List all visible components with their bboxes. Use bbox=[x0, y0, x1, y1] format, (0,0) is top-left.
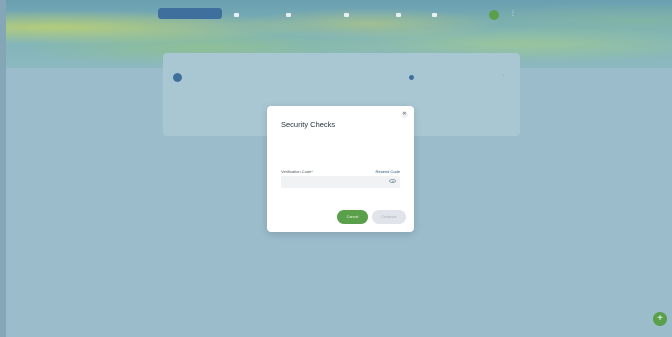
eye-icon[interactable] bbox=[389, 179, 396, 183]
continue-button[interactable]: Continue bbox=[372, 210, 406, 224]
nav-icon bbox=[286, 12, 291, 17]
nav-icon bbox=[396, 12, 401, 17]
plus-icon: + bbox=[657, 313, 663, 324]
nav-item-1[interactable] bbox=[234, 12, 242, 17]
chevron-right-icon[interactable]: › bbox=[502, 73, 504, 79]
verification-code-input[interactable] bbox=[281, 176, 400, 188]
more-menu-icon[interactable]: ⋮ bbox=[510, 10, 516, 17]
resend-code-link[interactable]: Resend Code bbox=[376, 169, 400, 174]
cancel-button[interactable]: Cancel bbox=[337, 210, 368, 224]
verification-code-label: Verification Code* bbox=[281, 169, 313, 174]
nav-item-2[interactable] bbox=[286, 12, 294, 17]
add-button[interactable]: + bbox=[653, 312, 667, 326]
nav-icon bbox=[432, 12, 437, 17]
security-checks-dialog: ✕ Security Checks Verification Code* Res… bbox=[267, 106, 414, 232]
nav-icon bbox=[344, 12, 349, 17]
app-screen: ⋮ › + ✕ Security Checks Verification Cod… bbox=[0, 0, 672, 337]
close-icon[interactable]: ✕ bbox=[401, 111, 408, 118]
nav-icon bbox=[234, 12, 239, 17]
user-avatar[interactable] bbox=[489, 10, 499, 20]
account-selector[interactable] bbox=[158, 8, 222, 19]
dialog-title: Security Checks bbox=[281, 120, 336, 129]
nav-item-4[interactable] bbox=[396, 12, 404, 17]
left-edge-bar bbox=[0, 0, 6, 337]
nav-item-3[interactable] bbox=[344, 12, 352, 17]
nav-item-5[interactable] bbox=[432, 12, 440, 17]
person-avatar bbox=[173, 73, 182, 82]
status-dot-icon bbox=[409, 75, 414, 81]
card-status bbox=[409, 75, 418, 81]
